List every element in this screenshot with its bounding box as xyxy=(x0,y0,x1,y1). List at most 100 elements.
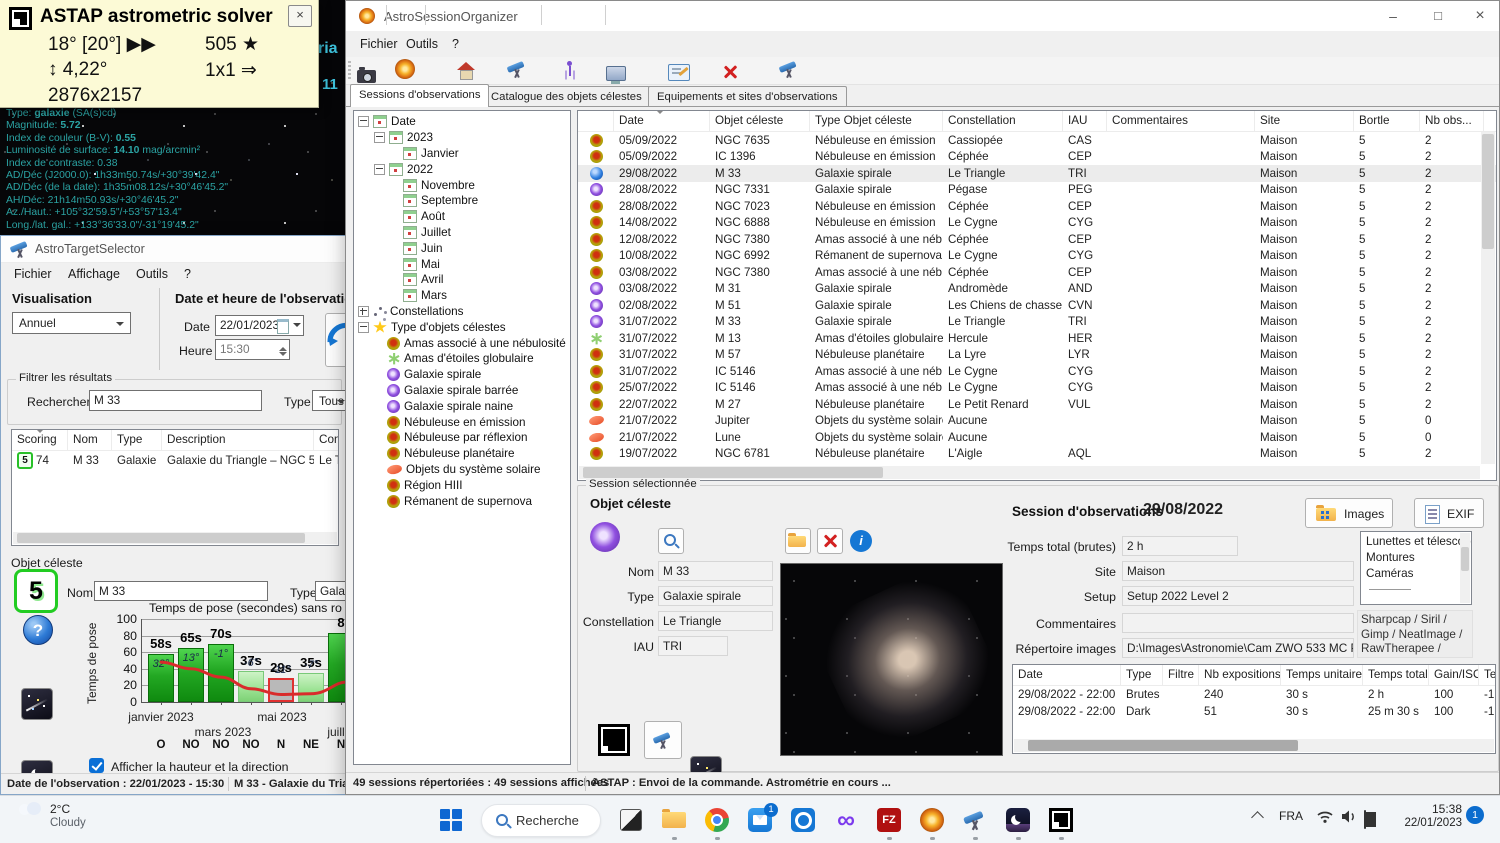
vertical-scrollbar[interactable] xyxy=(1460,533,1470,603)
search-object-button[interactable] xyxy=(658,528,684,554)
column-header[interactable]: Site xyxy=(1255,111,1354,131)
astap-logo-button[interactable] xyxy=(598,724,630,756)
tree-item[interactable]: ∗Amas d'étoiles globulaire xyxy=(354,351,570,367)
ts-menu-affichage[interactable]: Affichage xyxy=(68,267,120,281)
images-button[interactable]: Images xyxy=(1305,498,1393,528)
close-icon[interactable]: × xyxy=(1460,1,1500,31)
scrollbar-thumb[interactable] xyxy=(1461,547,1469,571)
nom-field[interactable]: M 33 xyxy=(658,561,773,581)
ts-menu-outils[interactable]: Outils xyxy=(136,267,168,281)
main-titlebar[interactable] xyxy=(346,1,1499,31)
horizontal-scrollbar[interactable] xyxy=(1014,739,1494,752)
horizontal-scrollbar[interactable] xyxy=(579,466,1480,479)
visualisation-select[interactable]: Annuel xyxy=(12,312,131,334)
result-row[interactable]: 574M 33GalaxieGalaxie du Triangle – NGC … xyxy=(12,451,338,469)
horizontal-scrollbar[interactable] xyxy=(13,532,337,544)
ts-nom-input[interactable]: M 33 xyxy=(94,581,268,601)
field-value[interactable]: 2 h xyxy=(1122,536,1238,556)
column-header[interactable]: Type xyxy=(112,430,162,450)
language-indicator[interactable]: FRA xyxy=(1279,809,1303,823)
equipment-list[interactable]: Lunettes et télescopeMonturesCaméras xyxy=(1360,531,1472,605)
table-row[interactable]: 21/07/2022LuneObjets du système solaireA… xyxy=(578,429,1496,446)
column-header[interactable]: Scoring xyxy=(12,430,68,450)
image-folder-button[interactable] xyxy=(785,528,811,554)
exif-button[interactable]: EXIF xyxy=(1414,498,1484,528)
date-input[interactable]: 22/01/2023 xyxy=(215,315,304,336)
vertical-scrollbar[interactable] xyxy=(1481,132,1495,464)
table-row[interactable]: 28/08/2022NGC 7331Galaxie spiralePégaseP… xyxy=(578,182,1496,199)
scrollbar-thumb[interactable] xyxy=(1482,134,1494,249)
constellation-field[interactable]: Le Triangle xyxy=(658,611,773,631)
tree-item[interactable]: Mars xyxy=(354,288,570,304)
close-icon[interactable]: × xyxy=(288,5,312,27)
column-header[interactable]: Temps unitaire xyxy=(1281,665,1363,685)
wifi-icon[interactable] xyxy=(1316,809,1334,824)
search-box[interactable]: Recherche xyxy=(481,804,601,837)
mail-button[interactable]: 1 xyxy=(747,807,773,833)
taskview-button[interactable] xyxy=(618,807,644,833)
tree-item[interactable]: Objets du système solaire xyxy=(354,462,570,478)
type-field[interactable]: Galaxie spirale xyxy=(658,586,773,606)
column-header[interactable]: Type xyxy=(1121,665,1163,685)
column-header[interactable]: Temps total xyxy=(1363,665,1429,685)
column-header[interactable]: Constellat xyxy=(314,430,339,450)
tree-item[interactable]: Juillet xyxy=(354,225,570,241)
column-header[interactable]: Bortle xyxy=(1354,111,1420,131)
column-header[interactable]: Te xyxy=(1479,665,1496,685)
tree-item[interactable]: Date xyxy=(354,114,570,130)
delete-image-button[interactable] xyxy=(817,528,843,554)
exposures-table[interactable]: DateTypeFiltreNb expositionsTemps unitai… xyxy=(1012,664,1496,754)
table-row[interactable]: 31/07/2022M 33Galaxie spiraleLe Triangle… xyxy=(578,314,1496,331)
tree-item[interactable]: Galaxie spirale naine xyxy=(354,398,570,414)
telescope-app-button[interactable] xyxy=(962,807,988,833)
tab-sessions[interactable]: Sessions d'observations xyxy=(350,84,489,107)
column-header[interactable]: Nb obs... xyxy=(1420,111,1484,131)
table-row[interactable]: 05/09/2022NGC 7635Nébuleuse en émissionC… xyxy=(578,132,1496,149)
tree-item[interactable]: 2022 xyxy=(354,161,570,177)
comet-image-button[interactable] xyxy=(21,688,53,720)
home-icon[interactable] xyxy=(456,62,476,79)
column-header[interactable]: Date xyxy=(1013,665,1121,685)
galaxy-icon[interactable] xyxy=(395,59,415,79)
table-row[interactable]: 02/08/2022M 51Galaxie spiraleLes Chiens … xyxy=(578,297,1496,314)
minimize-icon[interactable]: – xyxy=(1371,1,1415,31)
column-header[interactable]: Filtre xyxy=(1163,665,1199,685)
table-row[interactable]: 14/08/2022NGC 6888Nébuleuse en émissionL… xyxy=(578,215,1496,232)
telescope-tripod-icon[interactable] xyxy=(778,60,800,79)
main-menu-fichier[interactable]: Fichier xyxy=(360,37,398,51)
notification-badge[interactable]: 1 xyxy=(1466,806,1484,824)
equipment-item[interactable]: Lunettes et télescope xyxy=(1361,534,1471,550)
tree-item[interactable]: Janvier xyxy=(354,146,570,162)
table-row[interactable]: 12/08/2022NGC 7380Amas associé à une néb… xyxy=(578,231,1496,248)
main-menu-help[interactable]: ? xyxy=(452,37,459,51)
column-header[interactable]: IAU xyxy=(1063,111,1107,131)
clock-time[interactable]: 15:38 xyxy=(1390,802,1462,816)
column-header[interactable]: Objet céleste xyxy=(710,111,810,131)
exposure-row[interactable]: 29/08/2022 - 22:00Brutes24030 s2 h100-1 xyxy=(1013,686,1495,703)
tree-item[interactable]: Août xyxy=(354,209,570,225)
explorer-button[interactable] xyxy=(661,807,687,833)
search-input[interactable]: M 33 xyxy=(89,390,262,411)
scrollbar-thumb[interactable] xyxy=(583,467,883,478)
table-row[interactable]: 05/09/2022IC 1396Nébuleuse en émissionCé… xyxy=(578,149,1496,166)
table-row[interactable]: 28/08/2022NGC 7023Nébuleuse en émissionC… xyxy=(578,198,1496,215)
galaxy-app-button[interactable] xyxy=(919,807,945,833)
info-icon[interactable]: i xyxy=(850,530,872,552)
exposure-row[interactable]: 29/08/2022 - 22:00Dark5130 s25 m 30 s100… xyxy=(1013,703,1495,720)
column-header[interactable] xyxy=(578,111,614,131)
table-row[interactable]: 31/07/2022M 57Nébuleuse planétaireLa Lyr… xyxy=(578,347,1496,364)
collapse-icon[interactable] xyxy=(358,116,369,127)
tree-item[interactable]: Région HIII xyxy=(354,477,570,493)
column-header[interactable]: Nb expositions xyxy=(1199,665,1281,685)
column-header[interactable]: Type Objet céleste xyxy=(810,111,943,131)
column-header[interactable]: Nom xyxy=(68,430,112,450)
table-row[interactable]: 19/07/2022NGC 6781Nébuleuse planétaireL'… xyxy=(578,446,1496,463)
night-app-button[interactable] xyxy=(1005,807,1031,833)
tree-item[interactable]: Rémanent de supernova xyxy=(354,493,570,509)
column-header[interactable]: Description xyxy=(162,430,314,450)
main-menu-outils[interactable]: Outils xyxy=(406,37,438,51)
start-button[interactable] xyxy=(438,807,464,833)
collapse-icon[interactable] xyxy=(374,132,385,143)
ts-type-input[interactable]: Gala xyxy=(315,581,346,601)
o-app-button[interactable] xyxy=(790,807,816,833)
